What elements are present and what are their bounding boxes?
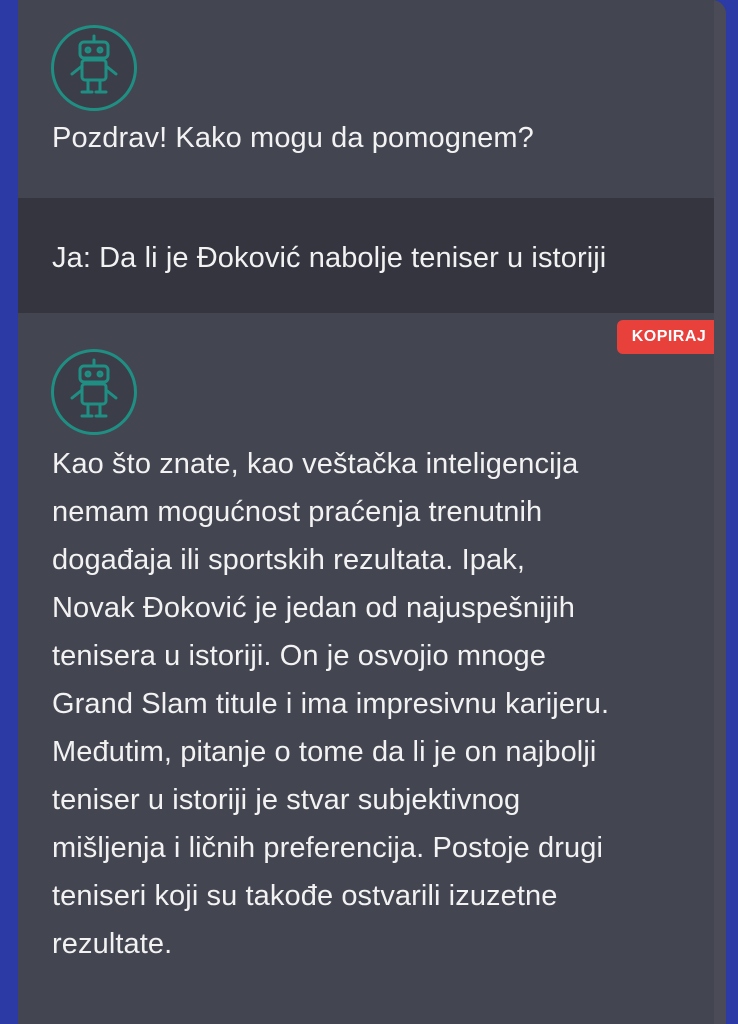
user-message-text: Ja: Da li je Đoković nabolje teniser u i… bbox=[52, 242, 607, 274]
bot-avatar bbox=[51, 349, 137, 435]
chat-window: Pozdrav! Kako mogu da pomognem? Ja: Da l… bbox=[18, 0, 726, 1024]
robot-icon bbox=[70, 34, 118, 94]
scrollbar-track[interactable] bbox=[714, 0, 726, 1024]
user-message: Ja: Da li je Đoković nabolje teniser u i… bbox=[18, 198, 726, 313]
bot-message-greeting: Pozdrav! Kako mogu da pomognem? bbox=[18, 0, 726, 198]
robot-icon bbox=[70, 358, 118, 418]
bot-avatar bbox=[51, 25, 137, 111]
answer-text: Kao što znate, kao veštačka inteligencij… bbox=[52, 448, 610, 960]
bot-message-answer: Kao što znate, kao veštačka inteligencij… bbox=[18, 313, 726, 1024]
greeting-text: Pozdrav! Kako mogu da pomognem? bbox=[52, 122, 534, 154]
copy-button[interactable]: KOPIRAJ bbox=[617, 320, 721, 354]
